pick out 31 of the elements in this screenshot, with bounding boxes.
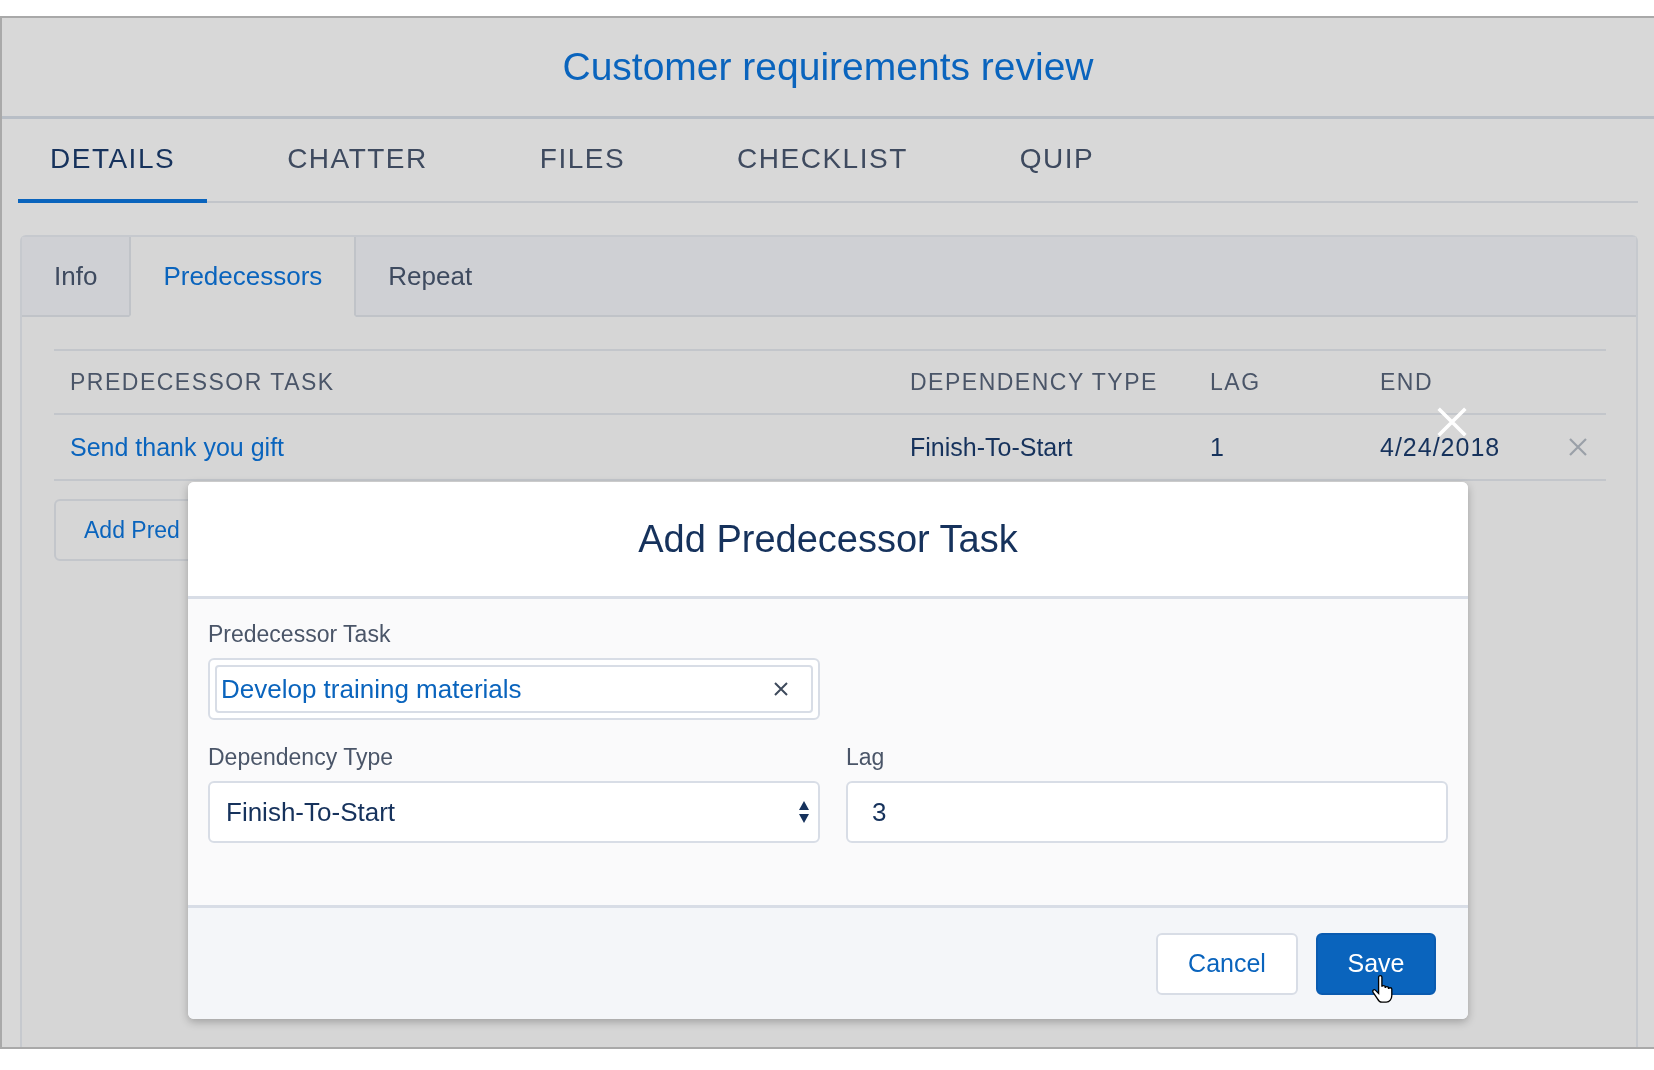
column-header: END	[1380, 368, 1435, 396]
column-header: DEPENDENCY TYPE	[910, 368, 1159, 396]
cancel-button[interactable]: Cancel	[1156, 932, 1298, 995]
tab[interactable]: DETAILS	[18, 119, 208, 203]
column-header: LAG	[1210, 368, 1262, 396]
close-icon[interactable]	[1436, 406, 1468, 438]
record-title: Customer requirements review	[562, 45, 1094, 89]
lookup-field[interactable]: Develop training materials	[208, 658, 820, 720]
field-label: Predecessor Task	[208, 621, 392, 648]
modal-title: Add Predecessor Task	[638, 517, 1018, 561]
field-label: Dependency Type	[208, 744, 394, 771]
remove-icon[interactable]	[1568, 437, 1588, 457]
lag-input[interactable]: 3	[846, 781, 1448, 843]
tab[interactable]: CHECKLIST	[705, 119, 940, 203]
selected-task: Develop training materials	[221, 673, 522, 705]
hand-cursor-icon	[1372, 974, 1394, 1004]
table-cell-text: Finish-To-Start	[910, 432, 1074, 462]
column-header: PREDECESSOR TASK	[69, 368, 336, 396]
sub-tab[interactable]: Repeat	[356, 237, 505, 317]
tab[interactable]: FILES	[507, 119, 658, 203]
dependency-select[interactable]: Finish-To-Start	[208, 781, 820, 843]
field-label: Lag	[846, 744, 886, 771]
save-button[interactable]: Save	[1316, 932, 1436, 995]
tab[interactable]: CHATTER	[255, 119, 460, 203]
tab[interactable]: QUIP	[987, 119, 1127, 203]
sort-arrows-icon	[798, 800, 810, 824]
table-cell-text: 4/24/2018	[1380, 432, 1502, 462]
task-link[interactable]: Send thank you gift	[54, 432, 910, 462]
table-cell-text: 1	[1210, 432, 1225, 462]
sub-tab[interactable]: Predecessors	[129, 237, 357, 317]
clear-icon[interactable]	[773, 681, 789, 697]
